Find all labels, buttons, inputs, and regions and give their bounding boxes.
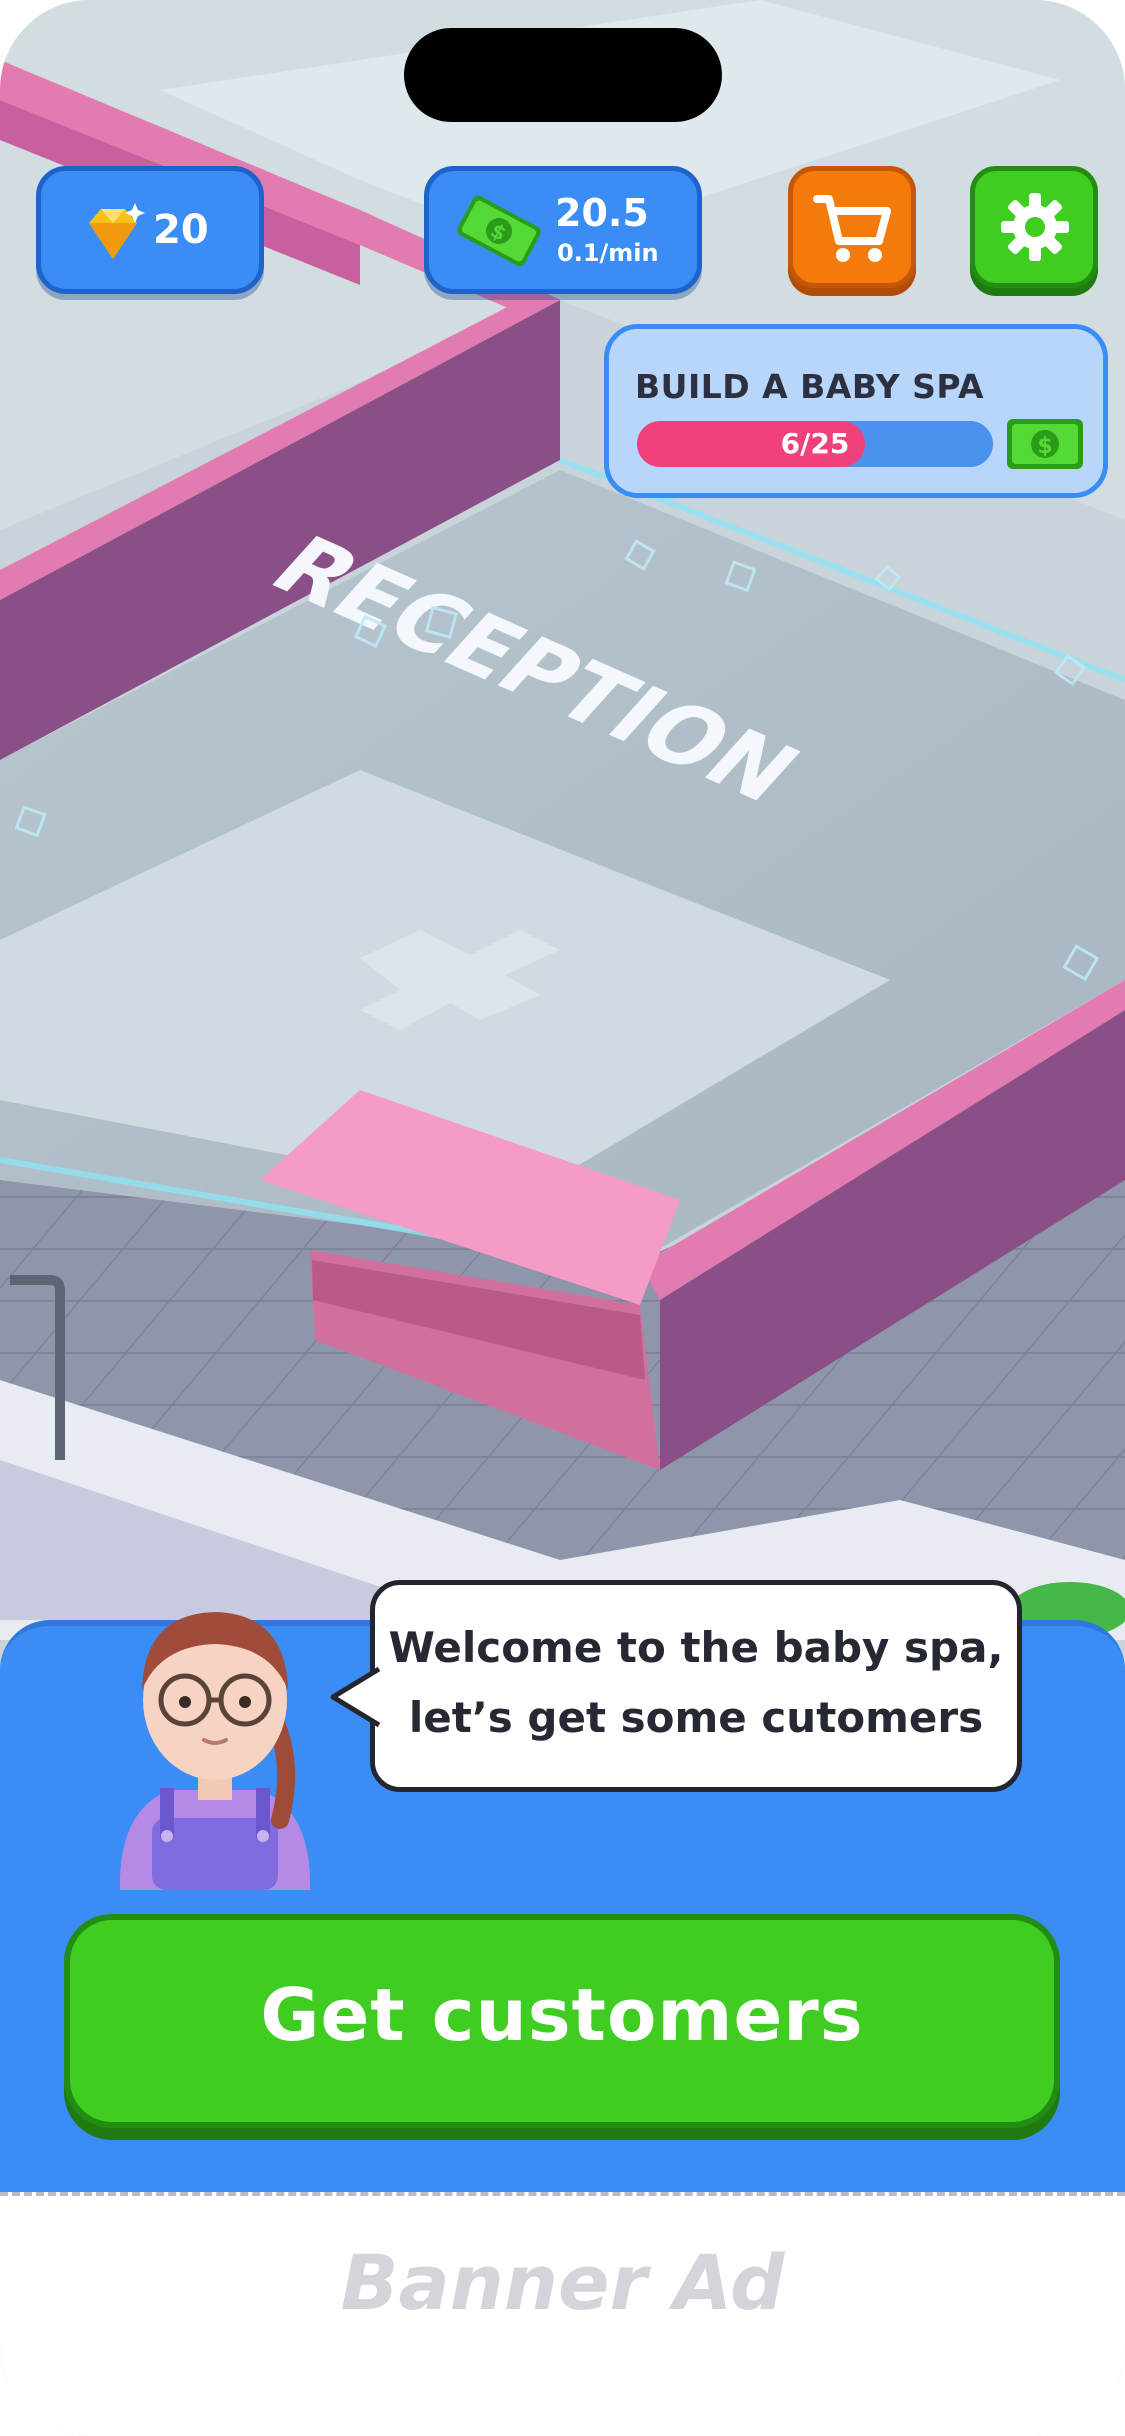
cash-rate: 0.1/min [557, 239, 659, 267]
gear-icon [1001, 193, 1069, 261]
settings-button[interactable] [970, 166, 1098, 288]
quest-panel[interactable]: BUILD A BABY SPA 6/25 $ [604, 324, 1108, 498]
gems-value: 20 [153, 207, 209, 253]
speech-bubble-tail [330, 1666, 381, 1728]
banner-ad-label: Banner Ad [340, 2238, 785, 2327]
get-customers-label: Get customers [260, 1973, 864, 2057]
banner-ad[interactable]: Banner Ad [0, 2192, 1125, 2436]
quest-progress-bar: 6/25 [637, 421, 993, 467]
cash-amount: 20.5 [555, 191, 649, 235]
game-screen: RECEPTION 20 $ 20.5 0.1/min BUILD A BABY… [0, 0, 1125, 2436]
svg-text:$: $ [1037, 434, 1052, 459]
speech-bubble: Welcome to the baby spa, let’s get some … [330, 1580, 1022, 1792]
dialog-line-2: let’s get some cutomers [408, 1693, 984, 1742]
device-notch [404, 28, 722, 122]
character-avatar [119, 1612, 311, 1890]
quest-progress-text: 6/25 [780, 427, 850, 460]
quest-title: BUILD A BABY SPA [635, 367, 985, 406]
gems-counter[interactable]: 20 [36, 166, 264, 294]
gem-icon [89, 203, 145, 259]
cash-reward-icon: $ [1007, 419, 1083, 469]
cash-icon: $ [457, 195, 541, 267]
dialog-line-1: Welcome to the baby spa, [388, 1623, 1004, 1672]
cash-counter[interactable]: $ 20.5 0.1/min [424, 166, 702, 294]
cart-icon [813, 195, 891, 262]
shop-button[interactable] [788, 166, 916, 288]
get-customers-button[interactable]: Get customers [64, 1914, 1060, 2128]
